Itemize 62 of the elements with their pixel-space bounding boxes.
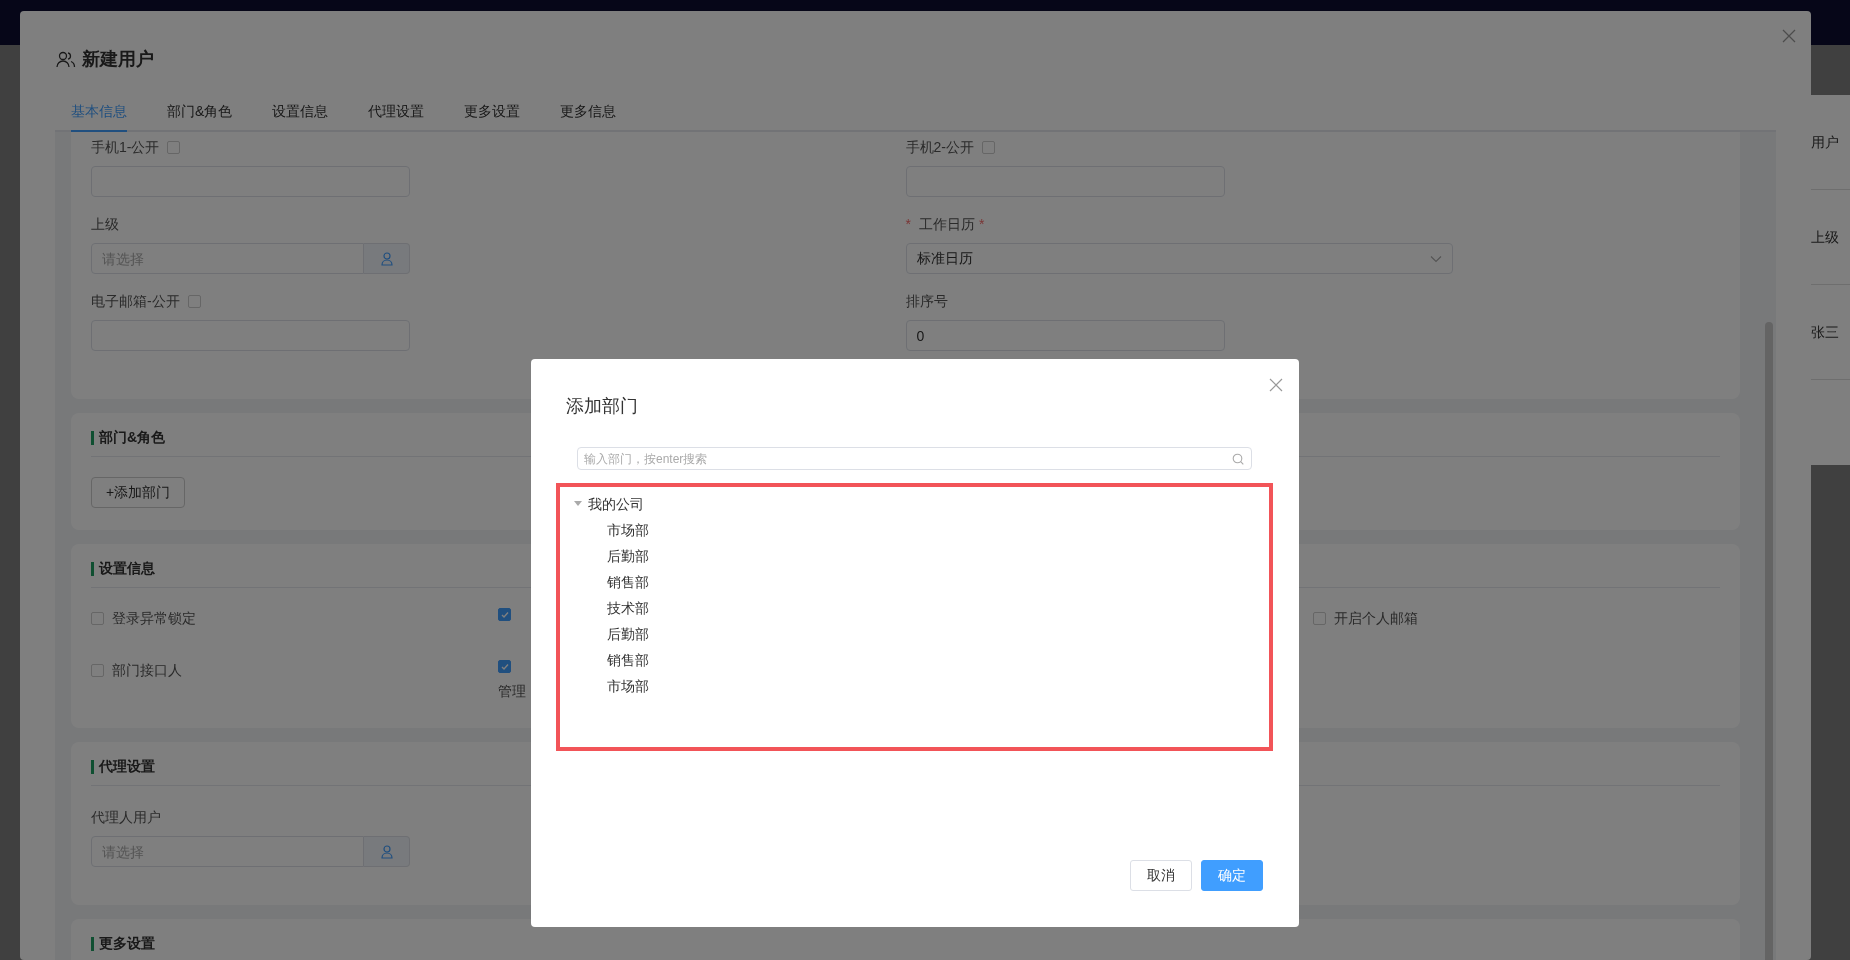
tab[interactable]: 更多信息 (560, 101, 617, 132)
checkbox-label: 登录异常锁定 (112, 609, 196, 628)
close-icon (1269, 378, 1283, 393)
chevron-down-icon (1429, 254, 1442, 263)
text-field[interactable]: 0 (905, 320, 1225, 351)
field-label: 工作日历 (918, 214, 975, 234)
checkbox[interactable] (91, 664, 104, 677)
user-icon (379, 844, 394, 859)
tree-node[interactable]: 销售部 (607, 649, 649, 671)
cancel-button[interactable]: 取消 (1130, 860, 1192, 891)
field-label: 排序号 (905, 291, 948, 311)
field-label: 手机1-公开 (91, 137, 160, 157)
search-icon (1232, 453, 1244, 465)
select-value: 标准日历 (916, 249, 973, 268)
section-title: 设置信息 (99, 559, 155, 578)
checkmark-icon (499, 609, 510, 620)
tree-node[interactable]: 市场部 (607, 519, 649, 541)
add-department-button[interactable]: +添加部门 (91, 477, 186, 508)
tree-node[interactable]: 后勤部 (607, 623, 649, 645)
section-marker (91, 759, 94, 774)
checkbox[interactable] (91, 612, 104, 625)
section-title: 部门&角色 (99, 428, 166, 447)
field-label: 手机2-公开 (905, 137, 974, 157)
select-field[interactable]: 标准日历 (905, 243, 1453, 274)
checkbox[interactable] (1312, 612, 1326, 625)
section-marker (91, 561, 94, 576)
checkmark-icon (499, 661, 510, 672)
user-picker-button[interactable] (364, 836, 410, 867)
tab[interactable]: 部门&角色 (167, 101, 233, 132)
checkbox[interactable] (498, 608, 512, 621)
checkbox[interactable] (498, 660, 512, 673)
field-label: 上级 (91, 214, 119, 234)
checkbox-label: 开启个人邮箱 (1333, 609, 1418, 628)
user-icon (379, 251, 394, 266)
checkbox-label: 部门接口人 (112, 661, 182, 680)
close-icon (1781, 28, 1797, 45)
tree-node[interactable]: 销售部 (607, 571, 649, 593)
section-title: 代理设置 (99, 757, 155, 776)
field-label: 管理 (498, 683, 527, 699)
search-field[interactable]: 输入部门，按enter搜索 (577, 447, 1252, 470)
field-label: 电子邮箱-公开 (91, 291, 180, 311)
checkbox[interactable] (167, 140, 181, 154)
required-mark: * (978, 214, 985, 234)
tree-node[interactable]: 后勤部 (607, 545, 649, 567)
section-marker (91, 430, 94, 445)
field-label: 代理人用户 (91, 807, 162, 827)
checkbox[interactable] (187, 294, 201, 308)
tab[interactable]: 代理设置 (368, 101, 425, 132)
tab[interactable]: 更多设置 (464, 101, 521, 132)
tree-node[interactable]: 技术部 (607, 597, 649, 619)
required-mark: * (905, 214, 911, 234)
tab[interactable]: 设置信息 (272, 101, 329, 132)
section-marker (91, 936, 94, 951)
tree-node[interactable]: 我的公司 (574, 493, 644, 515)
user-picker-button[interactable] (364, 243, 410, 274)
dialog-title: 添加部门 (566, 395, 639, 418)
drawer-title: 新建用户 (82, 47, 154, 71)
checkbox[interactable] (981, 140, 995, 154)
section-title: 更多设置 (99, 934, 155, 953)
confirm-button[interactable]: 确定 (1201, 860, 1263, 891)
tree-node[interactable]: 市场部 (607, 675, 649, 697)
users-icon (56, 50, 76, 68)
